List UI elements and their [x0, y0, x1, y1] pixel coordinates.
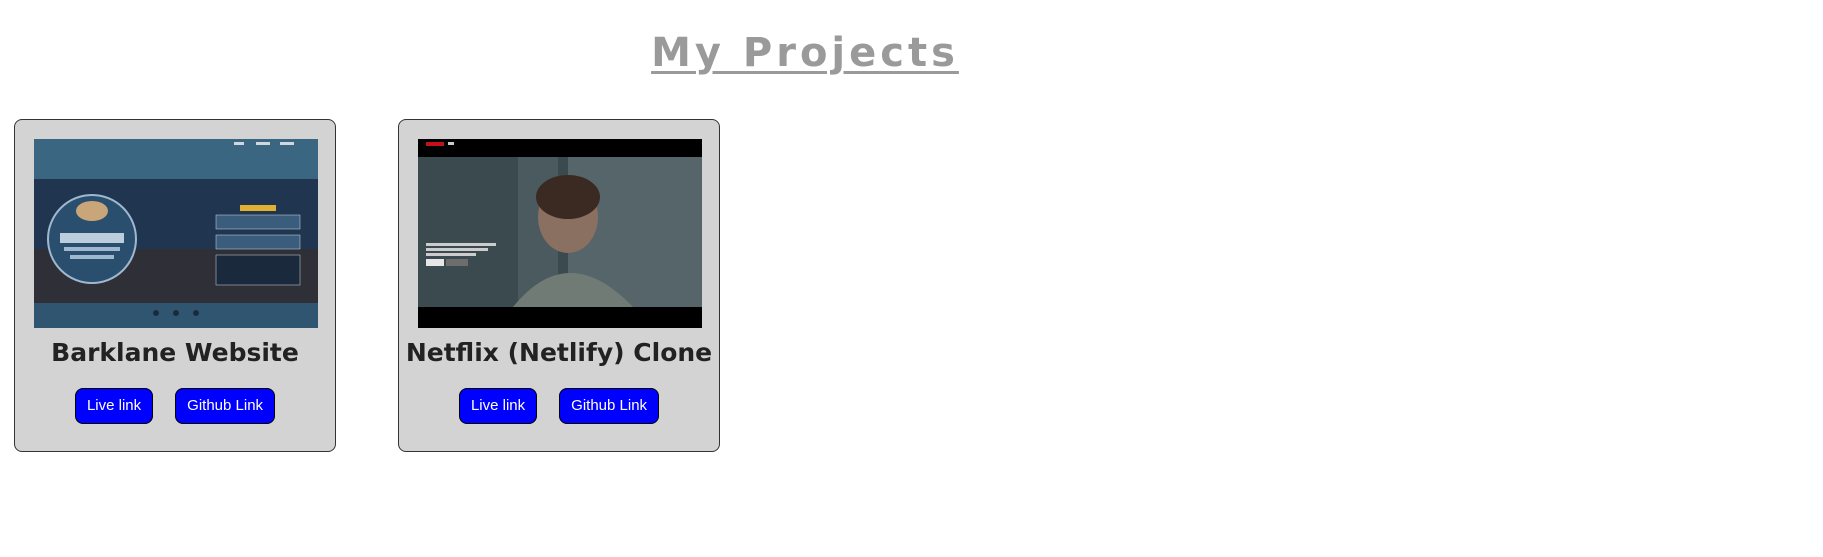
project-title: Netflix (Netlify) Clone: [405, 338, 713, 367]
live-link-button[interactable]: Live link: [458, 388, 538, 424]
netflix-clone-screenshot: [418, 139, 702, 328]
project-card-barklane: Barklane Website Live link Github Link: [14, 119, 336, 452]
project-thumbnail: [34, 139, 318, 328]
page-title: My Projects: [651, 30, 959, 76]
project-title: Barklane Website: [51, 338, 299, 367]
project-links: Live link Github Link: [15, 388, 335, 424]
barklane-website-screenshot: [34, 139, 318, 328]
project-thumbnail: [418, 139, 702, 328]
project-card-netflix-clone: Netflix (Netlify) Clone Live link Github…: [398, 119, 720, 452]
github-link-button[interactable]: Github Link: [559, 388, 660, 424]
github-link-button[interactable]: Github Link: [175, 388, 276, 424]
live-link-button[interactable]: Live link: [74, 388, 154, 424]
project-links: Live link Github Link: [399, 388, 719, 424]
